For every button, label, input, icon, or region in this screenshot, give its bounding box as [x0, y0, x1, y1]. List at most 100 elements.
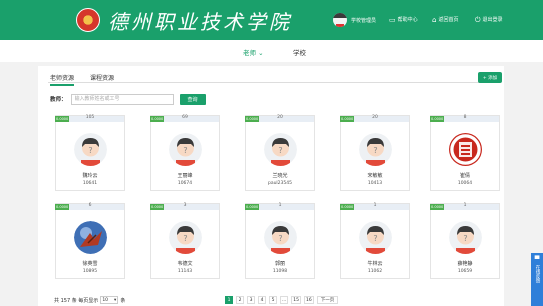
score-badge: 0.0000	[150, 116, 165, 122]
score-badge: 0.0000	[55, 116, 70, 122]
teacher-name: 王丽峰	[177, 173, 193, 179]
pagination: 1 2 3 4 5... 15 16 下一页	[225, 296, 339, 304]
search-label: 教师：	[50, 97, 67, 103]
teacher-id: 11143	[177, 269, 193, 274]
page-size-unit: 条	[120, 297, 126, 304]
search-row: 教师： 查询	[50, 93, 206, 105]
page-button[interactable]: 1	[225, 296, 233, 304]
home-label: 返回首页	[438, 17, 459, 23]
teacher-id: 11062	[367, 269, 383, 274]
page-button[interactable]: 16	[304, 296, 314, 304]
fu-seal-avatar	[449, 133, 482, 166]
teacher-id: 10895	[82, 269, 98, 274]
teacher-card[interactable]: 1 0.0000? 牛林云 11062	[340, 203, 410, 279]
feedback-label: 在线反馈	[535, 265, 540, 283]
teacher-id: paul23545	[267, 181, 293, 186]
total-text: 共 157 条 每页显示	[54, 297, 99, 304]
page-button[interactable]: 5	[269, 296, 277, 304]
default-avatar-icon: ?	[264, 133, 297, 166]
user-avatar	[333, 13, 347, 27]
school-name: 德州职业技术学院	[108, 10, 292, 34]
teacher-name: 郭丽	[274, 261, 285, 267]
teacher-id: 10413	[367, 181, 383, 186]
page-size-value: 10	[102, 297, 109, 303]
teacher-name: 徐英雪	[82, 261, 98, 267]
help-center-label: 帮助中心	[397, 17, 418, 23]
svg-text:?: ?	[183, 234, 187, 243]
teacher-card[interactable]: 69 0.0000? 王丽峰 10674	[150, 115, 220, 191]
next-page-button[interactable]: 下一页	[316, 296, 339, 304]
score-badge: 0.0000	[150, 204, 165, 210]
default-avatar-icon: ?	[169, 133, 202, 166]
teacher-name: 兰晓光	[272, 173, 288, 179]
tab-school[interactable]: 学校	[293, 47, 306, 57]
teacher-card[interactable]: 20 0.0000? 兰晓光 paul23545	[245, 115, 315, 191]
page-button[interactable]: 3	[247, 296, 255, 304]
teacher-id: 10674	[177, 181, 193, 186]
logout-icon: ⏻	[475, 15, 481, 24]
page-button[interactable]: 4	[258, 296, 266, 304]
svg-text:?: ?	[278, 234, 282, 243]
page-button[interactable]: 2	[236, 296, 244, 304]
user-menu[interactable]: 学校管理员	[333, 13, 376, 27]
score-badge: 0.0000	[340, 204, 355, 210]
svg-text:?: ?	[373, 146, 377, 155]
default-avatar-icon: ?	[359, 221, 392, 254]
home-icon: ⌂	[432, 15, 437, 24]
score-badge: 0.0000	[430, 116, 445, 122]
page-size-select[interactable]: 10 ▾	[100, 296, 119, 304]
school-logo	[76, 8, 100, 32]
top-tabs: 老师 ⌄ 学校	[0, 40, 543, 62]
teacher-name: 魏玲云	[82, 173, 98, 179]
tab-teacher[interactable]: 老师 ⌄	[243, 47, 264, 57]
teacher-card[interactable]: 1 0.0000? 薛艳静 10659	[430, 203, 500, 279]
tab-course-resources[interactable]: 课程资源	[90, 73, 114, 82]
tab-teacher-resources[interactable]: 老师资源	[50, 73, 75, 86]
logout-link[interactable]: ⏻ 退出登录	[475, 16, 503, 23]
score-badge: 0.0000	[340, 116, 355, 122]
teacher-id: 11098	[272, 269, 288, 274]
teacher-card[interactable]: 8 0.0000 崔倩 10064	[430, 115, 500, 191]
teacher-name: 薛艳静	[457, 261, 473, 267]
teacher-card[interactable]: 105 0.0000? 魏玲云 10641	[55, 115, 125, 191]
svg-text:?: ?	[463, 234, 467, 243]
teacher-id: 10659	[457, 269, 473, 274]
feedback-tab[interactable]: ▀ 在线反馈	[531, 253, 543, 306]
score-badge: 0.0000	[430, 204, 445, 210]
default-avatar-icon: ?	[359, 133, 392, 166]
help-center-link[interactable]: ▭ 帮助中心	[389, 16, 418, 23]
home-link[interactable]: ⌂ 返回首页	[432, 16, 458, 23]
teacher-name: 牛林云	[367, 261, 383, 267]
help-icon: ▭	[389, 15, 396, 24]
add-button[interactable]: + 添加	[478, 72, 502, 83]
teacher-name: 崔倩	[459, 173, 470, 179]
page-button[interactable]: 15	[291, 296, 302, 304]
default-avatar-icon: ?	[264, 221, 297, 254]
logout-label: 退出登录	[482, 17, 503, 23]
chevron-down-icon: ▾	[114, 297, 117, 303]
chat-icon: ▀	[534, 256, 540, 263]
default-avatar-icon: ?	[449, 221, 482, 254]
score-badge: 0.0000	[245, 204, 260, 210]
svg-text:?: ?	[373, 234, 377, 243]
user-label: 学校管理员	[351, 17, 377, 24]
page-ellipsis: ...	[280, 296, 289, 304]
teacher-name: 宋敏敏	[367, 173, 383, 179]
score-badge: 0.0000	[245, 116, 260, 122]
pagination-info: 共 157 条 每页显示 10 ▾ 条	[54, 296, 125, 304]
teacher-id: 10064	[457, 181, 473, 186]
svg-text:?: ?	[183, 146, 187, 155]
search-button[interactable]: 查询	[179, 93, 206, 105]
teacher-id: 10641	[82, 181, 98, 186]
teacher-search-input[interactable]	[70, 93, 174, 105]
svg-text:?: ?	[88, 146, 92, 155]
teacher-card[interactable]: 1 0.0000? 郭丽 11098	[245, 203, 315, 279]
teacher-card[interactable]: 20 0.0000? 宋敏敏 10413	[340, 115, 410, 191]
svg-text:?: ?	[278, 146, 282, 155]
default-avatar-icon: ?	[74, 133, 107, 166]
score-badge: 0.0000	[55, 204, 70, 210]
teacher-card[interactable]: 3 0.0000? 韦德文 11143	[150, 203, 220, 279]
teacher-card[interactable]: 6 0.0000 徐英雪 10895	[55, 203, 125, 279]
header-bar: 德州职业技术学院 学校管理员 ▭ 帮助中心 ⌂ 返回首页 ⏻ 退出登录	[0, 0, 543, 40]
default-avatar-icon: ?	[169, 221, 202, 254]
